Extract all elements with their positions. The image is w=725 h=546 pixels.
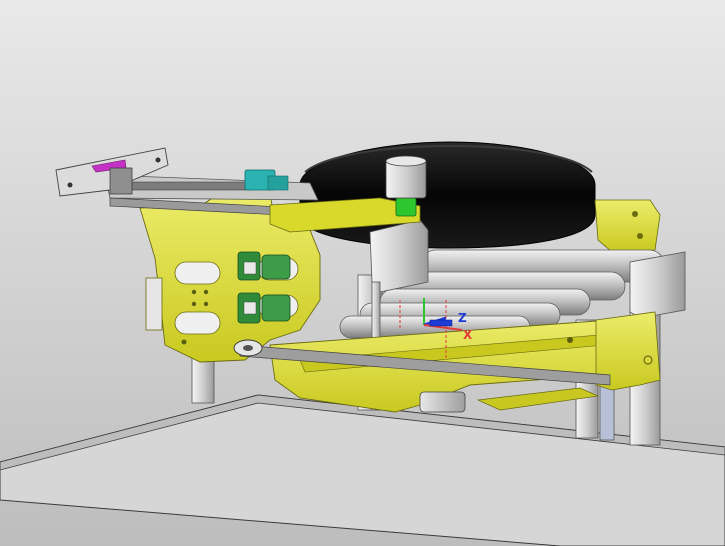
right-upper-bracket[interactable] [594,199,661,253]
hub-cylinder[interactable] [385,155,427,199]
linear-actuator[interactable] [419,391,466,413]
3d-model-viewport[interactable]: Z X [0,0,725,546]
triad-x-label: X [463,328,473,342]
cad-scene[interactable]: Z X [0,0,725,546]
triad-z-label: Z [458,311,467,325]
green-sensor[interactable] [395,197,417,217]
tire-drum[interactable] [299,141,596,249]
left-pulley[interactable] [233,339,263,357]
